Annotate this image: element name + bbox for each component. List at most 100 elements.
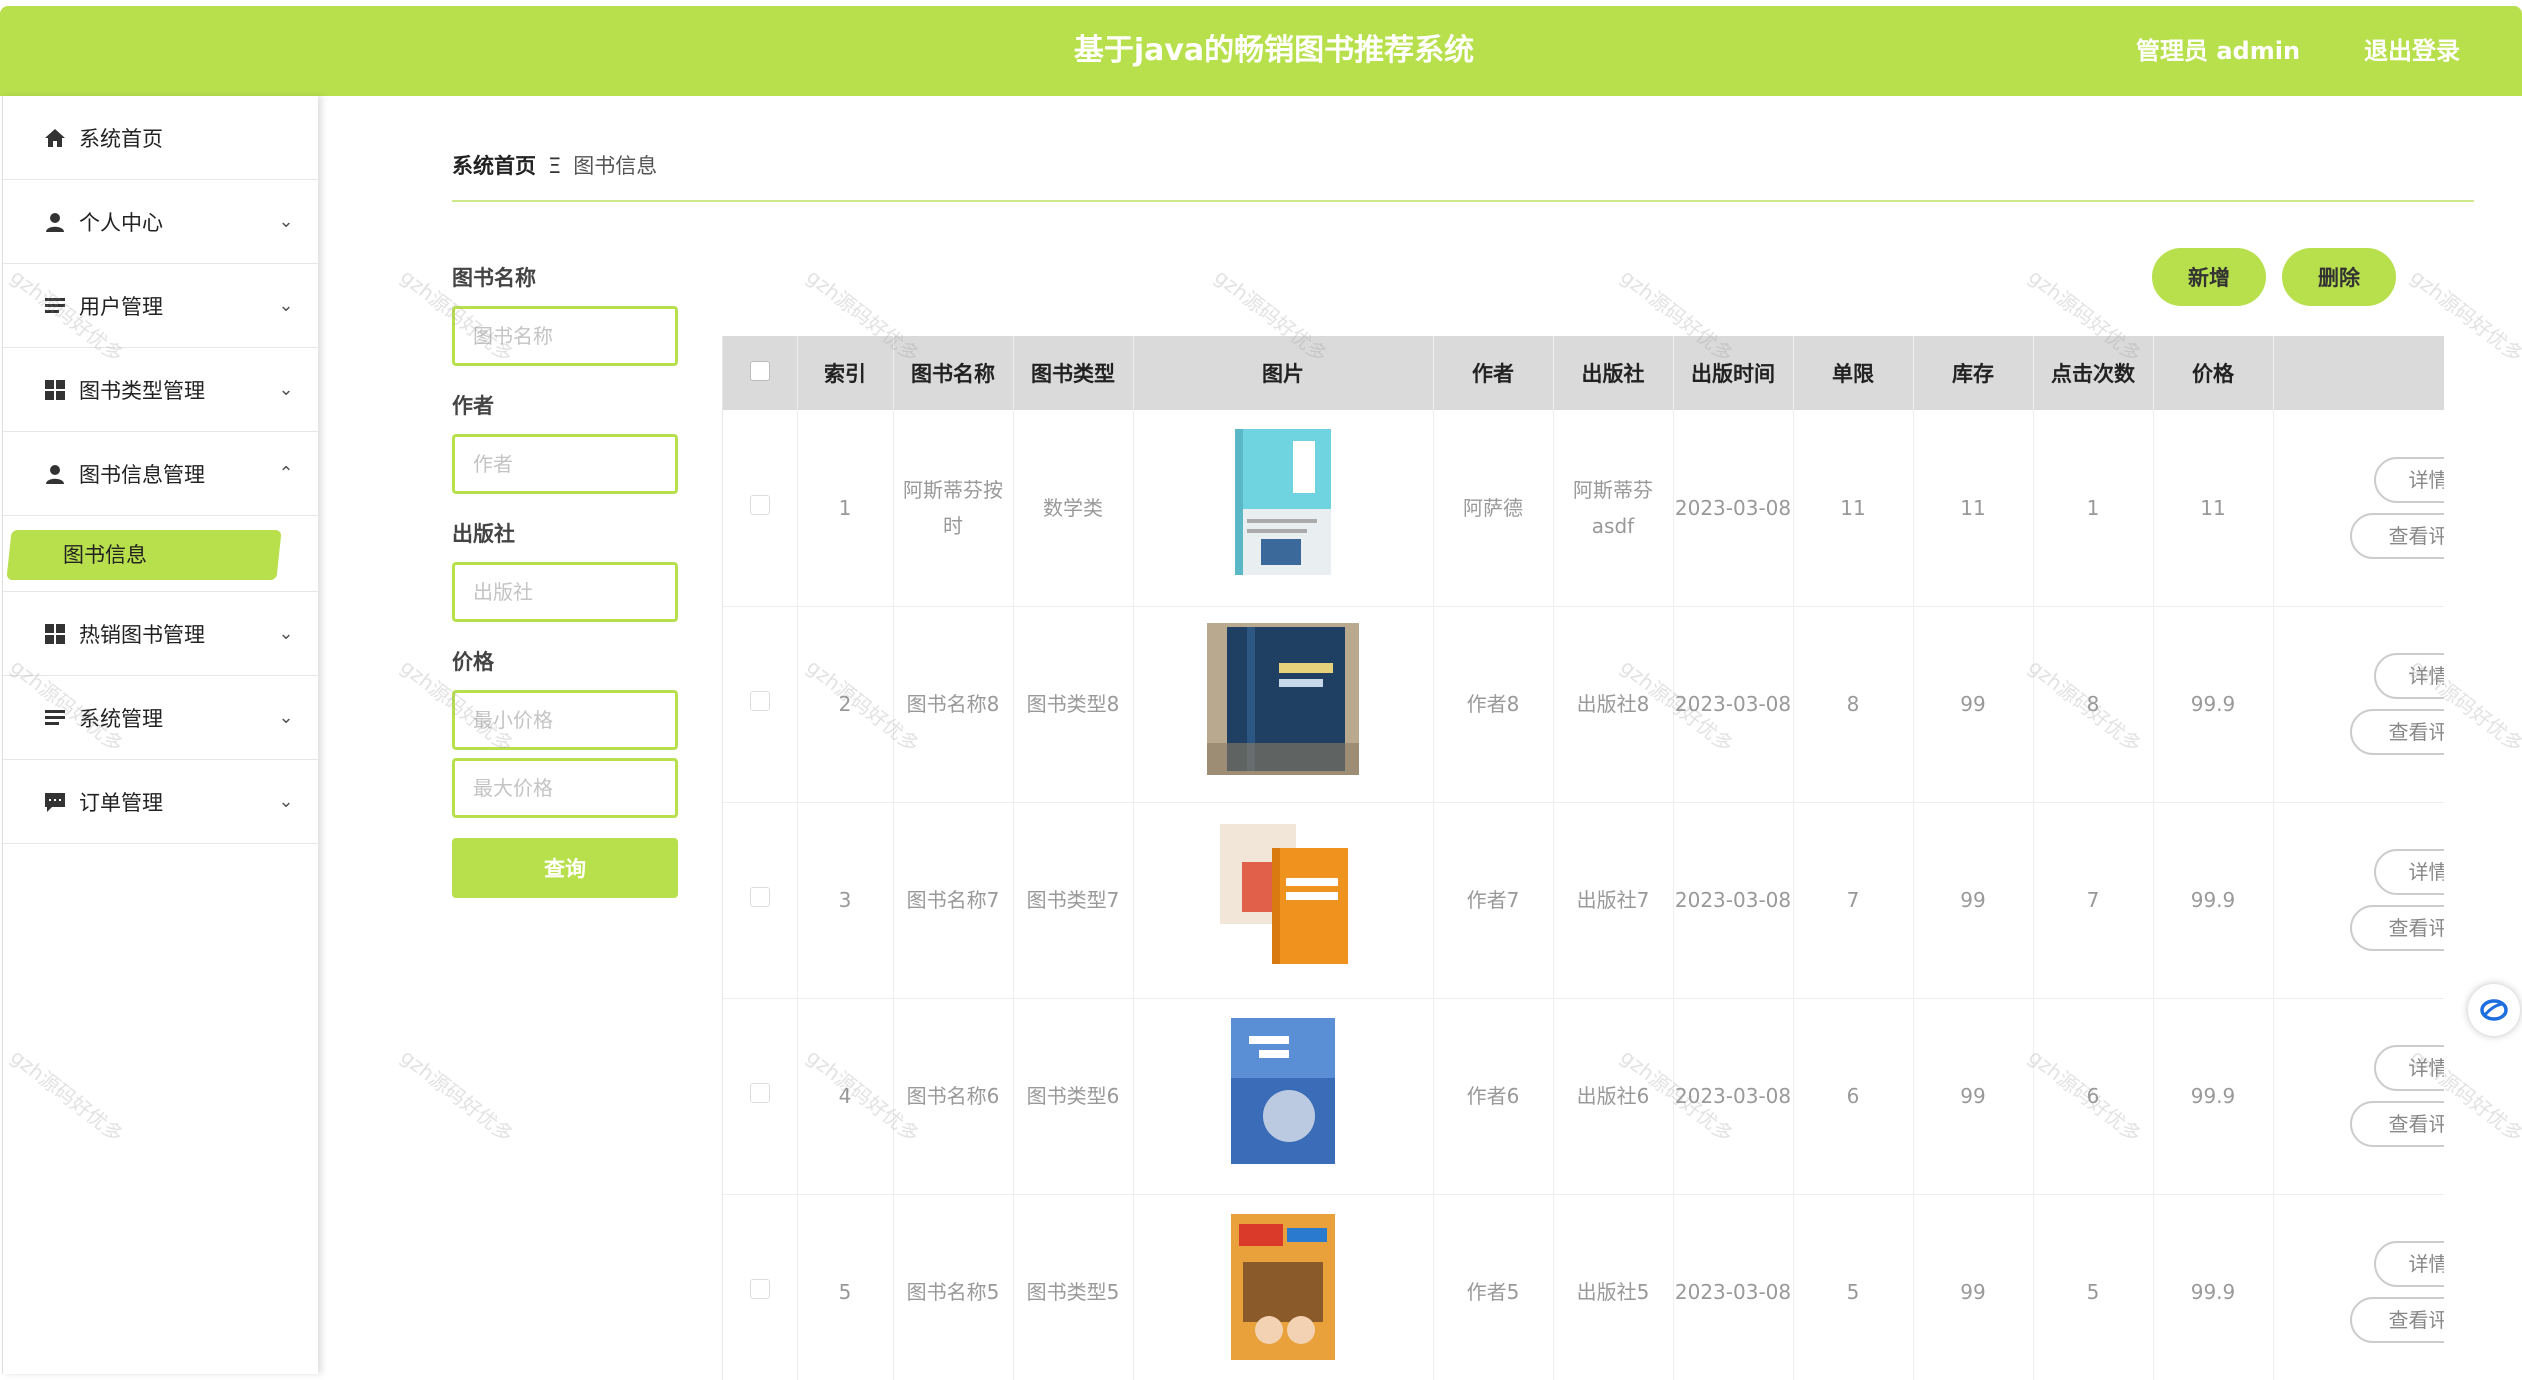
sidebar-item-book-types[interactable]: 图书类型管理 ⌄ bbox=[3, 348, 318, 432]
max-price-input[interactable] bbox=[452, 758, 678, 818]
cell-cover bbox=[1133, 606, 1434, 803]
cell-name: 图书名称7 bbox=[893, 802, 1014, 999]
book-cover-1 bbox=[1231, 427, 1335, 588]
detail-button[interactable]: 详情 bbox=[2373, 1045, 2444, 1091]
cell-publisher: 出版社5 bbox=[1553, 1194, 1674, 1380]
sidebar-item-label: 个人中心 bbox=[79, 210, 163, 235]
column-header-actions bbox=[2273, 336, 2444, 410]
cell-actions: 详情 查看评论 bbox=[2273, 998, 2444, 1195]
cell-type: 图书类型5 bbox=[1013, 1194, 1134, 1380]
breadcrumb-separator: Ξ bbox=[548, 154, 562, 178]
admin-label: 管理员 admin bbox=[2136, 37, 2301, 65]
chevron-down-icon: ⌄ bbox=[278, 378, 294, 400]
select-all-checkbox[interactable] bbox=[749, 360, 770, 381]
publisher-input[interactable] bbox=[452, 562, 678, 622]
cell-index: 2 bbox=[797, 606, 894, 803]
sidebar-item-home[interactable]: 系统首页 bbox=[3, 96, 318, 180]
home-icon bbox=[43, 126, 67, 150]
sidebar-subitem-book-info[interactable]: 图书信息 bbox=[3, 516, 318, 592]
detail-button[interactable]: 详情 bbox=[2373, 1241, 2444, 1287]
chat-icon bbox=[43, 790, 67, 814]
cell-actions: 详情 查看评论 bbox=[2273, 802, 2444, 999]
review-button[interactable]: 查看评论 bbox=[2349, 1297, 2444, 1343]
row-checkbox[interactable] bbox=[749, 1083, 770, 1103]
assistant-icon bbox=[2480, 999, 2508, 1021]
cell-date: 2023-03-08 bbox=[1673, 1194, 1794, 1380]
cell-price: 99.9 bbox=[2153, 998, 2274, 1195]
review-button[interactable]: 查看评论 bbox=[2349, 709, 2444, 755]
cell-actions: 详情 查看评论 bbox=[2273, 1194, 2444, 1380]
sidebar-item-label: 订单管理 bbox=[79, 790, 163, 815]
sidebar-item-label: 图书信息管理 bbox=[79, 462, 205, 487]
sidebar-item-book-info-manage[interactable]: 图书信息管理 ⌃ bbox=[3, 432, 318, 516]
cell-limit: 11 bbox=[1793, 410, 1914, 607]
breadcrumb-home[interactable]: 系统首页 bbox=[452, 154, 536, 178]
detail-button[interactable]: 详情 bbox=[2373, 849, 2444, 895]
cell-stock: 99 bbox=[1913, 1194, 2034, 1380]
cell-price: 99.9 bbox=[2153, 1194, 2274, 1380]
sidebar-item-users[interactable]: 用户管理 ⌄ bbox=[3, 264, 318, 348]
sidebar-item-orders[interactable]: 订单管理 ⌄ bbox=[3, 760, 318, 844]
user-icon bbox=[43, 462, 67, 486]
breadcrumb-current: 图书信息 bbox=[573, 154, 658, 178]
sidebar-item-system[interactable]: 系统管理 ⌄ bbox=[3, 676, 318, 760]
row-checkbox[interactable] bbox=[749, 1279, 770, 1299]
review-button[interactable]: 查看评论 bbox=[2349, 905, 2444, 951]
cell-limit: 7 bbox=[1793, 802, 1914, 999]
select-all-cell bbox=[723, 336, 798, 410]
column-header: 索引 bbox=[797, 336, 894, 410]
column-header: 图书名称 bbox=[893, 336, 1014, 410]
cell-clicks: 1 bbox=[2033, 410, 2154, 607]
cell-cover bbox=[1133, 998, 1434, 1195]
cell-actions: 详情 查看评论 bbox=[2273, 606, 2444, 803]
chevron-down-icon: ⌄ bbox=[278, 706, 294, 728]
price-label: 价格 bbox=[452, 650, 494, 674]
logout-link[interactable]: 退出登录 bbox=[2364, 6, 2460, 96]
cell-date: 2023-03-08 bbox=[1673, 410, 1794, 607]
cell-stock: 99 bbox=[1913, 802, 2034, 999]
row-checkbox[interactable] bbox=[749, 691, 770, 711]
table-row: 2 图书名称8 图书类型8 作者8 出版社8 2023-03-08 8 99 8… bbox=[723, 606, 2444, 803]
cell-author: 阿萨德 bbox=[1433, 410, 1554, 607]
delete-button[interactable]: 删除 bbox=[2282, 248, 2396, 306]
cell-name: 图书名称8 bbox=[893, 606, 1014, 803]
sidebar-item-hot-books[interactable]: 热销图书管理 ⌄ bbox=[3, 592, 318, 676]
column-header: 库存 bbox=[1913, 336, 2034, 410]
sidebar-item-profile[interactable]: 个人中心 ⌄ bbox=[3, 180, 318, 264]
book-cover-3 bbox=[1212, 822, 1354, 979]
min-price-input[interactable] bbox=[452, 690, 678, 750]
author-input[interactable] bbox=[452, 434, 678, 494]
chevron-down-icon: ⌄ bbox=[278, 790, 294, 812]
row-checkbox[interactable] bbox=[749, 887, 770, 907]
column-header: 作者 bbox=[1433, 336, 1554, 410]
review-button[interactable]: 查看评论 bbox=[2349, 1101, 2444, 1147]
cell-cover bbox=[1133, 410, 1434, 607]
review-button[interactable]: 查看评论 bbox=[2349, 512, 2444, 559]
add-button[interactable]: 新增 bbox=[2152, 248, 2266, 306]
cell-clicks: 6 bbox=[2033, 998, 2154, 1195]
cell-clicks: 5 bbox=[2033, 1194, 2154, 1380]
cell-author: 作者5 bbox=[1433, 1194, 1554, 1380]
sidebar-item-label: 用户管理 bbox=[79, 294, 163, 319]
cell-cover bbox=[1133, 802, 1434, 999]
cell-stock: 11 bbox=[1913, 410, 2034, 607]
column-header: 出版社 bbox=[1553, 336, 1674, 410]
cell-price: 99.9 bbox=[2153, 606, 2274, 803]
cell-index: 5 bbox=[797, 1194, 894, 1380]
cell-limit: 5 bbox=[1793, 1194, 1914, 1380]
detail-button[interactable]: 详情 bbox=[2373, 653, 2444, 699]
cell-stock: 99 bbox=[1913, 998, 2034, 1195]
column-header: 价格 bbox=[2153, 336, 2274, 410]
cell-publisher: 出版社8 bbox=[1553, 606, 1674, 803]
chevron-down-icon: ⌄ bbox=[278, 210, 294, 232]
grid-icon bbox=[43, 622, 67, 646]
book-name-input[interactable] bbox=[452, 306, 678, 366]
row-checkbox[interactable] bbox=[749, 494, 770, 515]
book-cover-2 bbox=[1207, 622, 1359, 786]
chevron-down-icon: ⌄ bbox=[278, 622, 294, 644]
search-button[interactable]: 查询 bbox=[452, 838, 678, 898]
assistant-float-button[interactable] bbox=[2468, 984, 2520, 1036]
sidebar: 系统首页 个人中心 ⌄ 用户管理 ⌄ 图书类型管理 ⌄ 图书信息管理 ⌃ 图书信… bbox=[2, 96, 318, 1374]
table-row: 3 图书名称7 图书类型7 作者7 出版社7 2023-03-08 7 99 7… bbox=[723, 802, 2444, 999]
detail-button[interactable]: 详情 bbox=[2373, 456, 2444, 503]
